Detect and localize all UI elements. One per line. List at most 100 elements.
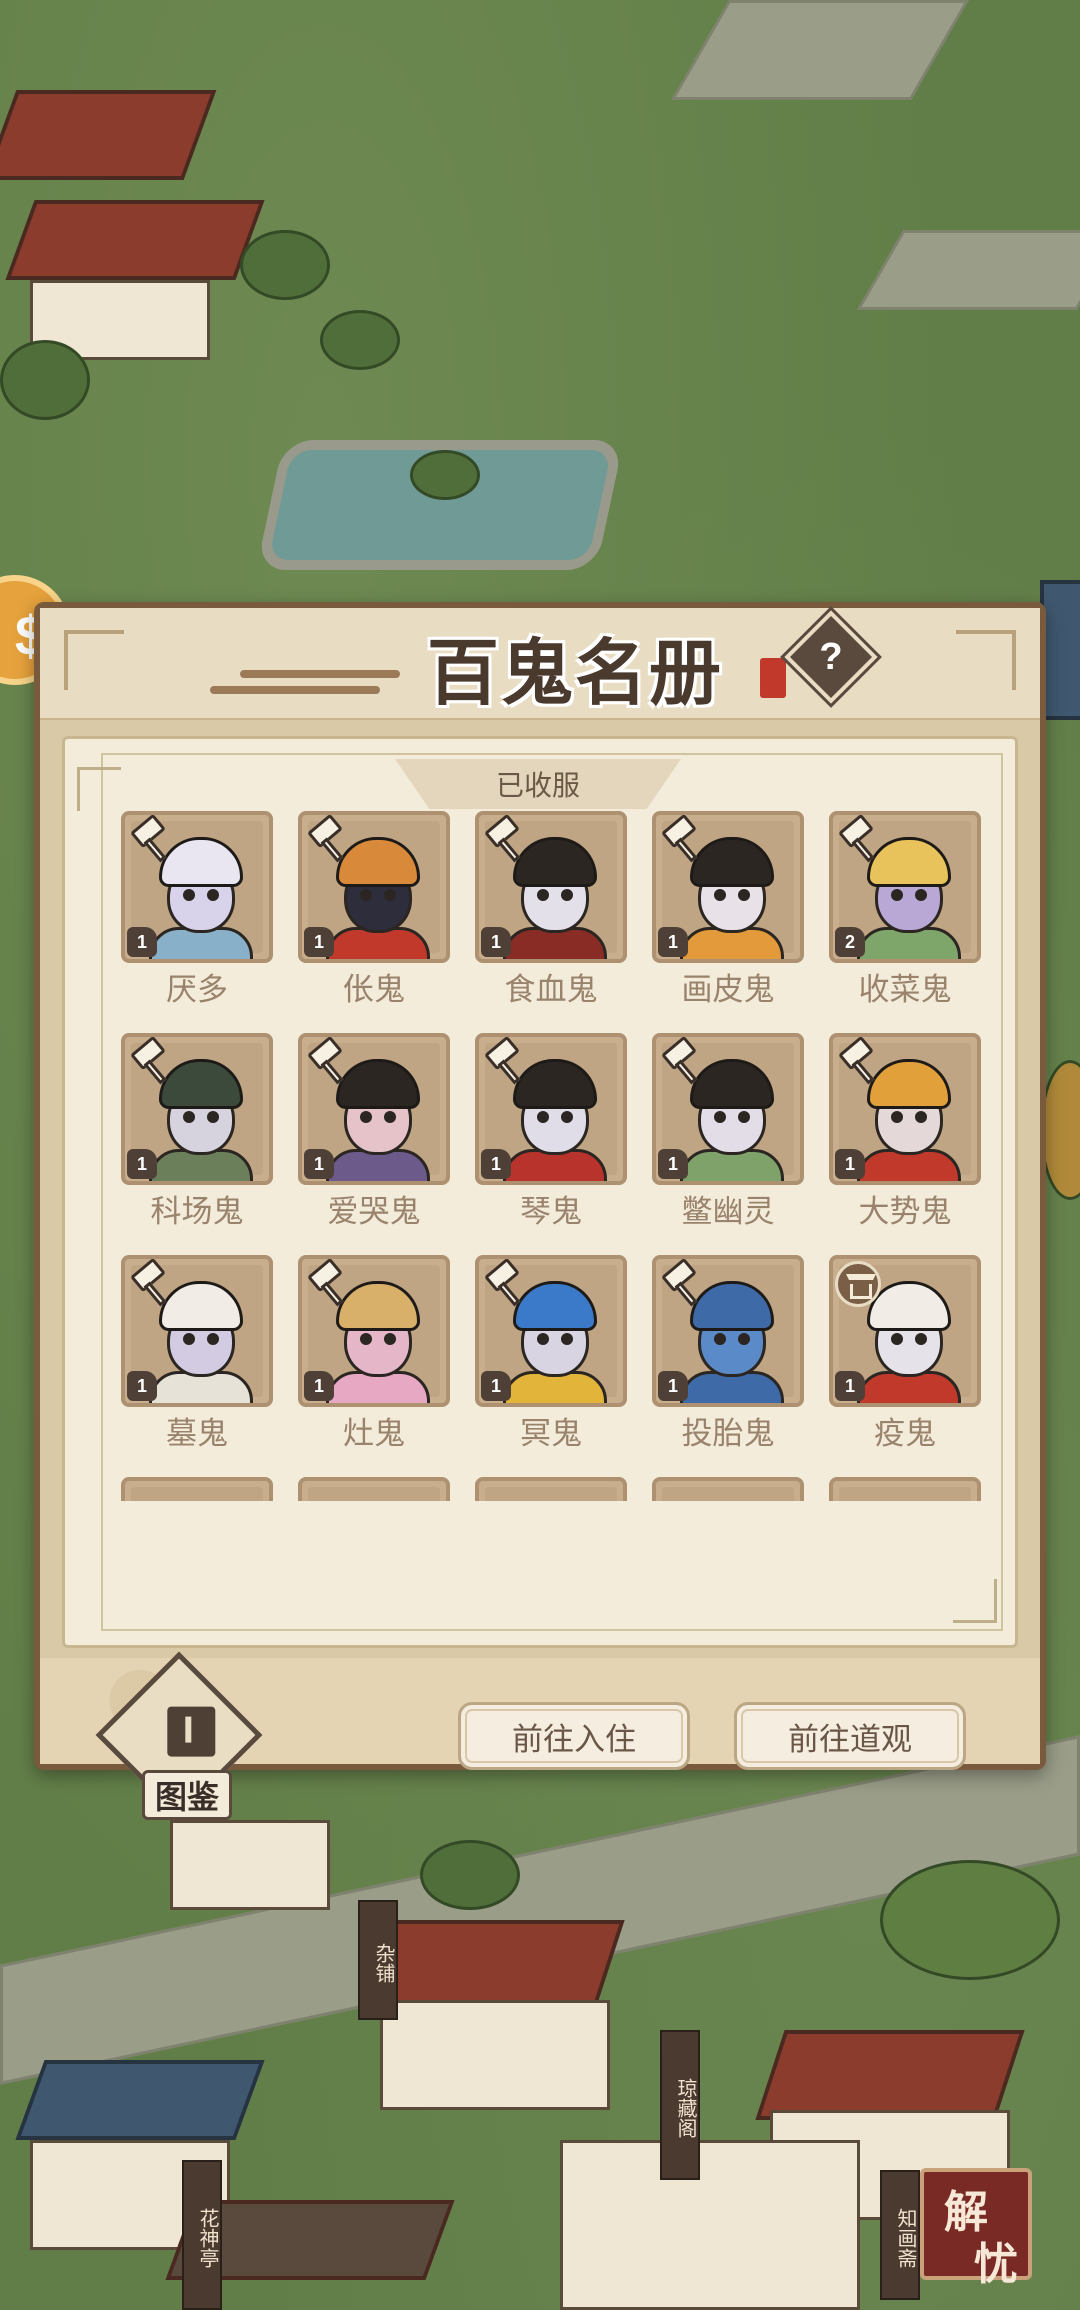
ghost-portrait[interactable]: 1 [652, 1033, 804, 1185]
ghost-portrait[interactable]: 1 [475, 1033, 627, 1185]
ghost-card[interactable]: 1 墓鬼 [121, 1255, 273, 1453]
ghost-registry-dialog: 百鬼名册 ? 已收服 1 厌多 1 伥鬼 1 食血鬼 1 画皮鬼 2 收菜鬼 1 科场鬼 1 爱哭鬼 1 琴鬼… [34, 602, 1046, 1820]
ghost-card[interactable]: 1 鳖幽灵 [652, 1033, 804, 1231]
ghost-card[interactable]: 1 疫鬼 [829, 1255, 981, 1453]
ghost-portrait[interactable] [652, 1477, 804, 1501]
ghost-eye [360, 1111, 372, 1123]
ghost-portrait[interactable]: 1 [475, 811, 627, 963]
help-button[interactable]: ? [784, 610, 878, 704]
panel-corner-ornament [77, 767, 121, 811]
ghost-portrait[interactable] [121, 1477, 273, 1501]
ghost-card[interactable]: 1 投胎鬼 [652, 1255, 804, 1453]
ghost-list-panel[interactable]: 已收服 1 厌多 1 伥鬼 1 食血鬼 1 画皮鬼 2 收菜鬼 1 科场鬼 1 爱哭鬼 1 琴鬼 1 鳖幽灵 1 大势… [62, 736, 1018, 1648]
ghost-card[interactable]: 1 食血鬼 [475, 811, 627, 1009]
ghost-card[interactable]: 1 科场鬼 [121, 1033, 273, 1231]
ghost-card[interactable] [652, 1477, 804, 1501]
hammer-icon [483, 1037, 527, 1085]
ghost-name: 厌多 [166, 972, 228, 1008]
ghost-portrait[interactable]: 1 [829, 1255, 981, 1407]
ghost-portrait[interactable] [298, 1477, 450, 1501]
ghost-portrait[interactable]: 1 [475, 1255, 627, 1407]
ghost-eye [384, 1333, 396, 1345]
town-tree [420, 1840, 520, 1910]
ghost-name: 伥鬼 [343, 972, 405, 1008]
shop-sign[interactable]: 知画斋 [880, 2170, 920, 2300]
ghost-portrait[interactable]: 1 [121, 1255, 273, 1407]
house-wall [170, 1820, 330, 1910]
ghost-eye [207, 889, 219, 901]
ghost-card[interactable]: 1 爱哭鬼 [298, 1033, 450, 1231]
right-building-roof [1040, 580, 1080, 720]
shop-sign[interactable]: 花神亭 [182, 2160, 222, 2310]
tujian-label[interactable]: 图鉴 [142, 1770, 232, 1820]
pine-tree [320, 310, 400, 370]
ghost-portrait[interactable]: 2 [829, 811, 981, 963]
ghost-eye [915, 889, 927, 901]
pine-tree [240, 230, 330, 300]
ghost-grid[interactable]: 1 厌多 1 伥鬼 1 食血鬼 1 画皮鬼 2 收菜鬼 1 科场鬼 1 爱哭鬼 1 琴鬼 1 鳖幽灵 1 大势鬼 1 墓鬼… [121, 811, 1011, 1501]
town-tree [880, 1860, 1060, 1980]
ghost-eye [915, 1111, 927, 1123]
ghost-card[interactable]: 1 琴鬼 [475, 1033, 627, 1231]
ghost-portrait[interactable] [829, 1477, 981, 1501]
ghost-card[interactable]: 1 画皮鬼 [652, 811, 804, 1009]
shop-sign[interactable]: 琼藏阁 [660, 2030, 700, 2180]
ghost-portrait[interactable]: 1 [298, 1255, 450, 1407]
ghost-eye [738, 889, 750, 901]
dialog-title: 百鬼名册 [426, 630, 723, 715]
pond-island-tree [410, 450, 480, 500]
ghost-card[interactable] [829, 1477, 981, 1501]
ghost-portrait[interactable] [475, 1477, 627, 1501]
ghost-name: 琴鬼 [520, 1194, 582, 1230]
hammer-icon [306, 1037, 350, 1085]
ghost-eye [183, 889, 195, 901]
ghost-card[interactable] [475, 1477, 627, 1501]
level-badge: 1 [658, 927, 688, 957]
ghost-portrait[interactable]: 1 [298, 811, 450, 963]
ghost-card[interactable]: 1 灶鬼 [298, 1255, 450, 1453]
portrait-background [839, 1487, 971, 1501]
ghost-eye [891, 1111, 903, 1123]
ghost-portrait[interactable]: 1 [298, 1033, 450, 1185]
ghost-eye [183, 1333, 195, 1345]
portrait-background [662, 1487, 794, 1501]
ghost-card[interactable]: 1 冥鬼 [475, 1255, 627, 1453]
title-swirl-left [210, 686, 380, 694]
title-swirl-left [240, 670, 400, 678]
go-temple-button[interactable]: 前往道观 [734, 1702, 966, 1770]
level-badge: 1 [835, 1149, 865, 1179]
ghost-card[interactable] [298, 1477, 450, 1501]
level-badge: 1 [304, 1371, 334, 1401]
ghost-portrait[interactable]: 1 [652, 1255, 804, 1407]
shop-sign[interactable]: 杂铺 [358, 1900, 398, 2020]
ghost-name: 画皮鬼 [681, 972, 775, 1008]
move-in-button[interactable]: 前往入住 [458, 1702, 690, 1770]
ghost-eye [891, 889, 903, 901]
ghost-card[interactable]: 1 大势鬼 [829, 1033, 981, 1231]
hammer-icon [660, 1259, 704, 1307]
ghost-name: 灶鬼 [343, 1416, 405, 1452]
ghost-card[interactable]: 1 伥鬼 [298, 811, 450, 1009]
ghost-portrait[interactable]: 1 [121, 811, 273, 963]
ghost-card[interactable]: 2 收菜鬼 [829, 811, 981, 1009]
jieyou-button[interactable]: 解 忧 [920, 2168, 1032, 2290]
ghost-name: 食血鬼 [504, 972, 598, 1008]
hammer-icon [129, 1037, 173, 1085]
ghost-portrait[interactable]: 1 [652, 811, 804, 963]
level-badge: 1 [304, 927, 334, 957]
hammer-icon [483, 815, 527, 863]
pine-tree [0, 340, 90, 420]
ghost-portrait[interactable]: 1 [121, 1033, 273, 1185]
ghost-name: 疫鬼 [874, 1416, 936, 1452]
ghost-card[interactable]: 1 厌多 [121, 811, 273, 1009]
ghost-card[interactable] [121, 1477, 273, 1501]
temple-icon [835, 1261, 881, 1307]
section-tab-captured: 已收服 [395, 759, 681, 809]
level-badge: 1 [481, 1149, 511, 1179]
ghost-eye [738, 1111, 750, 1123]
hammer-icon [837, 1037, 881, 1085]
ghost-portrait[interactable]: 1 [829, 1033, 981, 1185]
dialog-header: 百鬼名册 ? [40, 608, 1040, 720]
header-ornament-right [956, 630, 1016, 690]
ghost-name: 收菜鬼 [858, 972, 952, 1008]
